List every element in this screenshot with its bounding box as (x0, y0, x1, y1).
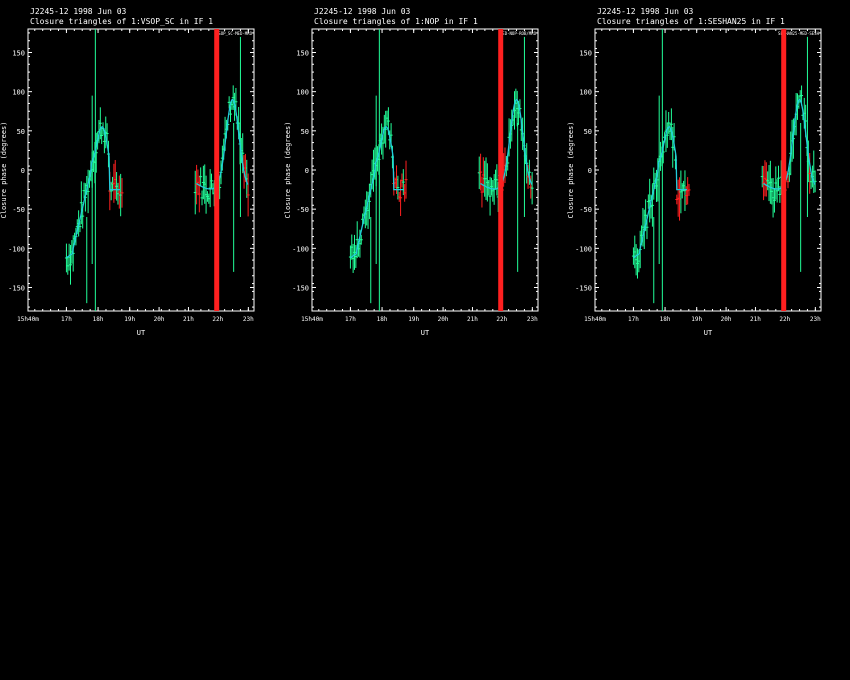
data-marks (64, 29, 250, 311)
y-tick-label: -100 (8, 245, 25, 253)
plot-frame (594, 28, 822, 312)
chart-header: J2245-12 1998 Jun 03 (597, 7, 694, 16)
flagged-column (781, 29, 787, 311)
y-tick-label: -50 (12, 206, 25, 214)
x-tick-label: 20h (721, 316, 732, 323)
y-tick-label: 0 (305, 167, 309, 175)
y-tick-label: 100 (296, 89, 309, 97)
chart-panel-3: J2245-12 1998 Jun 03Closure triangles of… (567, 7, 822, 337)
x-tick-label: 23h (810, 316, 821, 323)
y-tick-label: 0 (588, 167, 592, 175)
closure-phase-figure: J2245-12 1998 Jun 03Closure triangles of… (0, 7, 822, 337)
x-tick-label: 21h (183, 316, 194, 323)
y-tick-label: 50 (301, 128, 309, 136)
y-tick-label: 150 (579, 50, 592, 58)
x-tick-label: 22h (212, 316, 223, 323)
chart-header: J2245-12 1998 Jun 03 (314, 7, 411, 16)
y-tick-label: -150 (8, 285, 25, 293)
x-tick-label: 20h (154, 316, 165, 323)
x-axis-label: UT (421, 329, 430, 337)
x-tick-label: 18h (377, 316, 388, 323)
y-tick-label: 0 (21, 167, 25, 175)
x-tick-label: 15h40m (584, 316, 606, 323)
y-tick-label: 100 (579, 89, 592, 97)
x-tick-label: 23h (527, 316, 538, 323)
x-tick-label: 19h (408, 316, 419, 323)
x-tick-label: 22h (779, 316, 790, 323)
x-axis-label: UT (137, 329, 146, 337)
data-marks (348, 29, 534, 311)
y-tick-label: -100 (575, 245, 592, 253)
y-tick-label: -50 (579, 206, 592, 214)
x-tick-label: 21h (467, 316, 478, 323)
x-tick-label: 19h (691, 316, 702, 323)
y-axis-label: Closure phase (degrees) (0, 122, 8, 219)
x-tick-label: 15h40m (301, 316, 323, 323)
chart-title: Closure triangles of 1:NOP in IF 1 (314, 17, 478, 26)
flagged-column (214, 29, 220, 311)
y-tick-label: 50 (17, 128, 25, 136)
chart-panel-2: J2245-12 1998 Jun 03Closure triangles of… (284, 7, 539, 337)
x-tick-label: 19h (124, 316, 135, 323)
legend-label: VSOP_SC-MED-MRO (216, 31, 253, 36)
x-tick-label: 15h40m (17, 316, 39, 323)
x-tick-label: 17h (345, 316, 356, 323)
y-axis-label: Closure phase (degrees) (284, 122, 292, 219)
x-axis-label: UT (704, 329, 713, 337)
y-tick-label: 50 (584, 128, 592, 136)
chart-title: Closure triangles of 1:SESHAN25 in IF 1 (597, 17, 785, 26)
x-tick-label: 21h (750, 316, 761, 323)
y-tick-label: -50 (296, 206, 309, 214)
data-marks (631, 29, 817, 311)
chart-title: Closure triangles of 1:VSOP_SC in IF 1 (30, 17, 213, 26)
y-tick-label: -150 (575, 285, 592, 293)
x-tick-label: 18h (93, 316, 104, 323)
x-tick-label: 23h (243, 316, 254, 323)
x-tick-label: 20h (438, 316, 449, 323)
chart-header: J2245-12 1998 Jun 03 (30, 7, 127, 16)
y-tick-label: -150 (292, 285, 309, 293)
chart-panel-1: J2245-12 1998 Jun 03Closure triangles of… (0, 7, 255, 337)
legend-label: MED-NOP-ROB/MRO (500, 31, 537, 36)
plot-frame (27, 28, 255, 312)
y-axis-label: Closure phase (degrees) (567, 122, 575, 219)
y-tick-label: 100 (12, 89, 25, 97)
y-tick-label: 150 (296, 50, 309, 58)
x-tick-label: 18h (660, 316, 671, 323)
flagged-column (498, 29, 504, 311)
y-tick-label: -100 (292, 245, 309, 253)
x-tick-label: 17h (61, 316, 72, 323)
y-tick-label: 150 (12, 50, 25, 58)
x-tick-label: 17h (628, 316, 639, 323)
x-tick-label: 22h (496, 316, 507, 323)
